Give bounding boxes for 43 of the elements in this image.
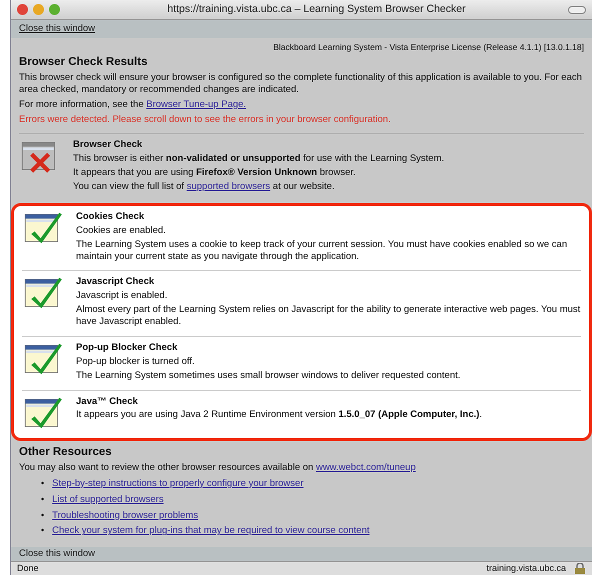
check-title: Pop-up Blocker Check [76,342,178,354]
section-heading: Other Resources [19,444,113,459]
tuneup-link[interactable]: www.webct.com/tuneup [316,462,416,473]
bullet: • [41,478,44,490]
check-title: Javascript Check [76,276,156,288]
error-message: Errors were detected. Please scroll down to see the errors in your browser configuration. [19,114,392,126]
check-detail: Cookies are enabled. [76,224,167,237]
window-title: https://training.vista.ubc.ca – Learning System Browser Checker [166,2,467,16]
license-text: Blackboard Learning System - Vista Enterprise License (Release 4.1.1) [13.0.1.18] [272,42,584,52]
toolbar-toggle-button[interactable] [568,6,586,14]
check-detail: Javascript is enabled. [76,290,168,302]
resource-link[interactable]: Troubleshooting browser problems [52,510,198,522]
resource-link[interactable]: Step-by-step instructions to properly configure your browser [52,478,304,490]
check-detail: Pop-up blocker is turned off. [76,356,196,368]
check-title: Cookies Check [76,210,146,223]
close-button[interactable] [17,4,28,15]
resource-link[interactable]: List of supported browsers [52,494,164,506]
info-sentence: For more information, see the Browser Tune-up Page. [19,98,248,110]
check-detail: This browser is either non-validated or unsupported for use with the Learning System. [73,153,446,166]
lock-icon [574,563,586,574]
close-window-link[interactable]: Close this window [19,548,96,560]
host-text: training.vista.ubc.ca [486,562,566,574]
status-text: Done [17,562,39,574]
check-title: Java™ Check [76,396,139,408]
check-detail: Almost every part of the Learning System relies on Javascript for the ability to generate interactive web pages. You must have Javascript enabled. [76,304,581,328]
page-heading: Browser Check Results [19,54,148,69]
check-detail: It appears you are using Java 2 Runtime Environment version 1.5.0_07 (Apple Computer, Inc.). [76,409,484,422]
check-detail: The Learning System uses a cookie to keep track of your current session. You must have cookies enabled so we can maintain your current state as you navigate through the application. [76,238,568,262]
close-window-link[interactable]: Close this window [19,23,96,34]
check-title: Browser Check [73,139,144,152]
intro-paragraph: This browser check will ensure your browser is configured so the complete functionality of this application is available to you. For each area checked, mandatory or recommended changes are indicated. [19,72,583,96]
tune-up-link[interactable]: Browser Tune-up Page. [146,98,246,110]
check-detail: The Learning System sometimes uses small browser windows to deliver requested content. [76,370,462,382]
resource-link[interactable]: Check your system for plug-ins that may be required to view course content [52,525,370,538]
zoom-button[interactable] [49,4,60,15]
bullet: • [41,525,44,538]
resources-sentence: You may also want to review the other browser resources available on www.webct.com/tuneup [19,462,417,474]
bullet: • [41,510,44,522]
minimize-button[interactable] [33,4,44,15]
check-detail: It appears that you are using Firefox® Version Unknown browser. [73,167,357,179]
bullet: • [41,494,44,506]
supported-browsers-link[interactable]: supported browsers [186,181,270,192]
check-detail: You can view the full list of supported browsers at our website. [73,181,336,193]
